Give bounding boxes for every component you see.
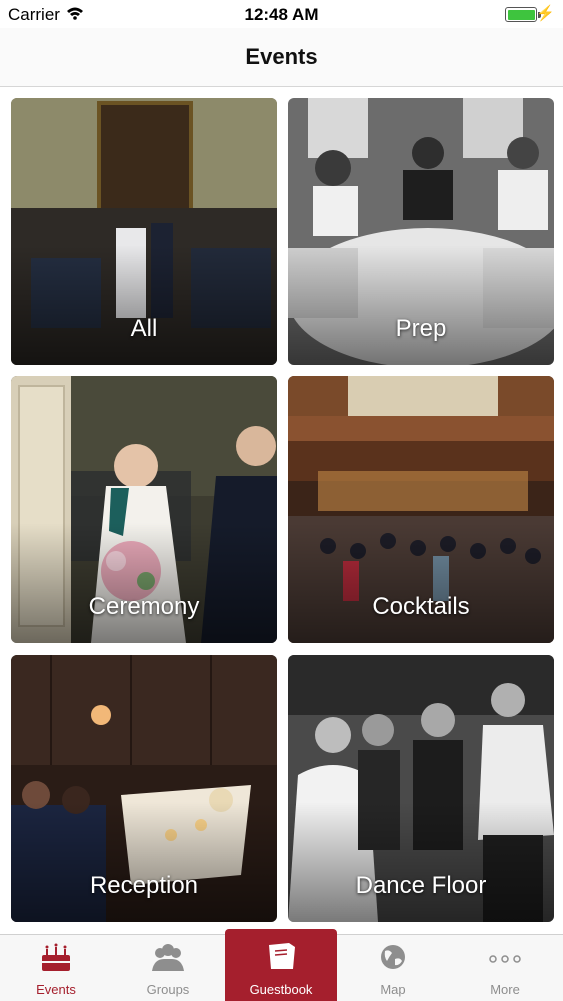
tab-more[interactable]: More [449, 935, 561, 1001]
tab-events[interactable]: Events [0, 935, 112, 1001]
event-tile-reception[interactable]: Reception [11, 655, 277, 922]
tile-label: Ceremony [88, 593, 200, 620]
tab-groups[interactable]: Groups [112, 935, 224, 1001]
cake-icon [42, 943, 70, 971]
page-title: Events [245, 44, 318, 69]
navigation-bar: Events [0, 28, 563, 87]
event-tile-ceremony[interactable]: Ceremony [11, 376, 277, 643]
globe-icon [381, 945, 405, 969]
event-tile-prep[interactable]: Prep [288, 98, 554, 365]
charging-bolt-icon: ⚡ [536, 5, 555, 22]
status-bar: Carrier 12:48 AM ⚡ [0, 0, 563, 28]
tab-map[interactable]: Map [337, 935, 449, 1001]
event-tile-all[interactable]: All [11, 98, 277, 365]
event-tile-dance-floor[interactable]: Dance Floor [288, 655, 554, 922]
tab-bar: Events Groups Guestbook Map More [0, 929, 563, 1001]
tab-label: Map [380, 982, 406, 997]
clock: 12:48 AM [244, 5, 319, 24]
tile-label: Reception [89, 872, 199, 899]
tab-guestbook[interactable]: Guestbook [225, 929, 337, 1001]
tab-label: Groups [146, 982, 190, 997]
battery-icon [505, 7, 541, 22]
event-tile-cocktails[interactable]: Cocktails [288, 376, 554, 643]
more-dots-icon [489, 955, 521, 963]
group-icon [152, 944, 184, 971]
tab-label: Guestbook [249, 982, 313, 997]
tab-label: More [490, 982, 520, 997]
tile-label: Dance Floor [355, 872, 487, 899]
tile-label: Prep [395, 315, 447, 342]
tile-label: All [130, 315, 158, 342]
tab-label: Events [36, 982, 76, 997]
tile-label: Cocktails [372, 593, 470, 620]
book-icon [269, 943, 295, 969]
